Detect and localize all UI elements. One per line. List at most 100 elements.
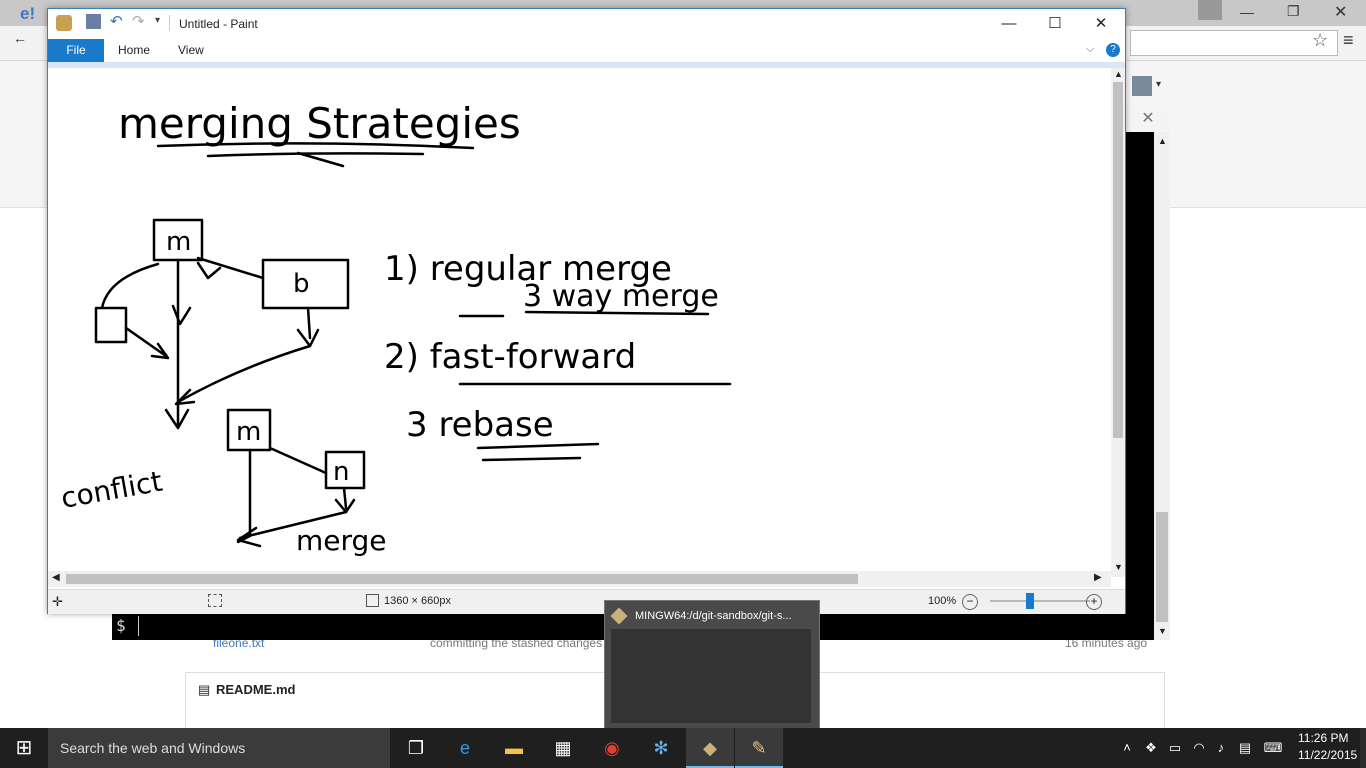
paint-statusbar: ✛ 1360 × 660px 100% − +: [48, 589, 1125, 614]
node-b-label: b: [293, 269, 310, 299]
redo-icon[interactable]: ↷: [132, 12, 145, 30]
scroll-up-icon[interactable]: ▲: [1158, 136, 1167, 146]
clock-date[interactable]: 11/22/2015: [1298, 748, 1357, 762]
hscroll-thumb[interactable]: [66, 574, 858, 584]
terminal-cursor: [138, 616, 139, 636]
file-explorer-icon[interactable]: ▬: [490, 728, 538, 768]
edge-m-n: [268, 446, 328, 475]
url-bar[interactable]: [1130, 30, 1338, 56]
vscroll-up-icon[interactable]: ▲: [1114, 69, 1123, 79]
node-m2-label: m: [236, 417, 261, 447]
hscroll-left-icon[interactable]: ◀: [52, 572, 60, 583]
tab-file[interactable]: File: [48, 39, 104, 62]
node-m-label: m: [166, 227, 191, 257]
tab-home[interactable]: Home: [118, 39, 150, 62]
title-underline-2: [206, 152, 425, 158]
notification-icon[interactable]: ▤: [1236, 728, 1254, 768]
arrow-b-down: [296, 306, 320, 348]
keyboard-icon[interactable]: ⌨: [1262, 728, 1284, 768]
git-bash-taskbar-icon[interactable]: ◆: [686, 728, 734, 768]
arrow-left-in: [124, 326, 170, 360]
close-icon[interactable]: ✕: [1334, 2, 1347, 22]
arrow-b-merge: [174, 344, 312, 406]
zoom-slider-thumb[interactable]: [1026, 593, 1034, 609]
minimize-icon[interactable]: —: [1240, 4, 1254, 20]
chrome-icon[interactable]: ◉: [588, 728, 636, 768]
paint-titlebar: ↶ ↷ ▾ Untitled - Paint — ☐ ✕: [48, 9, 1125, 39]
title-stroke-tail: [296, 151, 345, 168]
paint-taskbar-icon[interactable]: ✎: [735, 728, 783, 768]
chevron-up-icon[interactable]: ˄: [1118, 728, 1136, 768]
paint-minimize-icon[interactable]: —: [986, 9, 1032, 39]
quick-access-dropdown-icon[interactable]: ▾: [155, 15, 160, 26]
drawing-canvas[interactable]: merging Strategies 1) regular merge 3 wa…: [48, 68, 1111, 577]
hamburger-icon[interactable]: ≡: [1343, 30, 1354, 51]
snowflake-app-icon[interactable]: ✻: [637, 728, 685, 768]
selection-size-icon: [208, 594, 222, 607]
drawing-svg: merging Strategies 1) regular merge 3 wa…: [58, 99, 732, 557]
store-icon[interactable]: ▦: [539, 728, 587, 768]
back-arrow-icon[interactable]: ←: [0, 30, 40, 46]
battery-icon[interactable]: ▭: [1166, 728, 1184, 768]
terminal-scrollbar[interactable]: ▲ ▼: [1154, 132, 1170, 640]
canvas-vscrollbar[interactable]: ▲ ▼: [1111, 68, 1125, 577]
arrow-head-1: [171, 304, 192, 326]
taskbar-preview[interactable]: MINGW64:/d/git-sandbox/git-s...: [604, 600, 820, 730]
zoom-in-icon[interactable]: +: [1086, 594, 1102, 610]
terminal-prompt: $: [116, 616, 126, 635]
ribbon-tabs: File Home View ⌵ ?: [48, 39, 1125, 63]
canvas-size-icon: [366, 594, 379, 607]
zoom-slider-track[interactable]: [990, 600, 1090, 602]
canvas-size-value: 1360 × 660px: [384, 595, 451, 607]
save-icon[interactable]: [86, 14, 101, 29]
scroll-down-icon[interactable]: ▼: [1158, 626, 1167, 636]
list-item-3: 3 rebase: [406, 405, 554, 445]
tab-view[interactable]: View: [178, 39, 204, 62]
vscroll-down-icon[interactable]: ▼: [1114, 562, 1123, 572]
show-desktop-button[interactable]: [1360, 728, 1366, 768]
preview-thumbnail: [611, 629, 811, 723]
readme-title: README.md: [216, 682, 296, 697]
conflict-label: conflict: [58, 465, 164, 515]
paint-close-icon[interactable]: ✕: [1078, 9, 1124, 39]
terminal-close-button[interactable]: ✕: [1126, 107, 1170, 131]
cursor-position-icon: ✛: [52, 594, 63, 609]
window-title: Untitled - Paint: [179, 17, 258, 31]
merge-label: merge: [296, 524, 387, 557]
windows-start-icon[interactable]: ⊞: [0, 728, 48, 768]
edge-m-down: [236, 448, 252, 544]
hscroll-right-icon[interactable]: ▶: [1094, 572, 1102, 583]
paint-maximize-icon[interactable]: ☐: [1032, 9, 1078, 39]
volume-icon[interactable]: ♪: [1212, 728, 1230, 768]
git-icon: [610, 607, 628, 625]
book-icon: ▤: [198, 682, 211, 697]
user-icon[interactable]: [1198, 0, 1222, 20]
task-view-icon[interactable]: ❐: [392, 728, 440, 768]
hook-mark: [196, 261, 222, 280]
paint-app-icon[interactable]: [56, 15, 72, 31]
clock-time[interactable]: 11:26 PM: [1298, 731, 1348, 745]
canvas-hscrollbar[interactable]: ◀ ▶: [48, 571, 1111, 587]
edge-icon[interactable]: e: [441, 728, 489, 768]
branch-left: [100, 262, 160, 310]
vscroll-thumb[interactable]: [1113, 82, 1123, 438]
list-item-1-sub: 3 way merge: [523, 279, 719, 314]
arrow-n-down: [334, 486, 356, 514]
branch-right: [196, 256, 265, 280]
chevron-down-icon[interactable]: ▾: [1156, 79, 1161, 90]
terminal-scroll-thumb[interactable]: [1156, 512, 1168, 622]
help-icon[interactable]: ?: [1106, 43, 1120, 57]
tray-app-icon[interactable]: ❖: [1142, 728, 1160, 768]
undo-icon[interactable]: ↶: [110, 12, 123, 30]
restore-icon[interactable]: ❐: [1287, 3, 1300, 20]
zoom-value: 100%: [928, 595, 957, 607]
star-icon[interactable]: ☆: [1312, 30, 1328, 51]
wifi-icon[interactable]: ◠: [1190, 728, 1208, 768]
zoom-out-icon[interactable]: −: [962, 594, 978, 610]
list-item-2: 2) fast-forward: [384, 337, 636, 377]
preview-title: MINGW64:/d/git-sandbox/git-s...: [635, 610, 792, 622]
taskbar-search[interactable]: Search the web and Windows: [48, 728, 390, 768]
avatar[interactable]: [1132, 76, 1152, 96]
paint-window: ↶ ↷ ▾ Untitled - Paint — ☐ ✕ File Home V…: [47, 8, 1126, 614]
collapse-ribbon-icon[interactable]: ⌵: [1086, 43, 1094, 56]
